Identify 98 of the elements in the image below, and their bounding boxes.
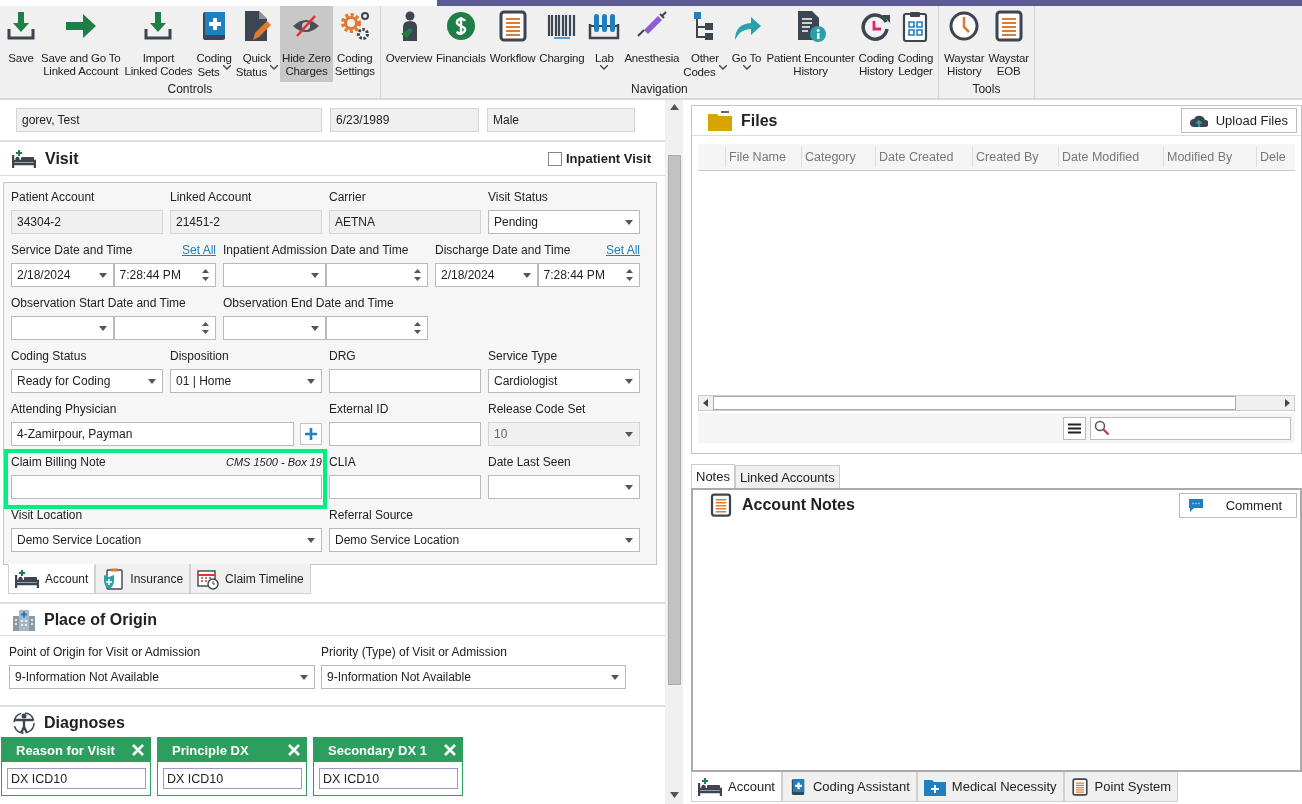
column-header[interactable]: Date Modified [1058,147,1163,167]
toolbar-button[interactable]: Overview [383,6,435,82]
tab[interactable]: Insurance [95,564,191,594]
section-title: Files [741,111,778,130]
dropdown-field[interactable]: Demo Service Location [329,528,640,552]
toolbar-button[interactable]: Coding History [856,6,896,82]
field-hint: CMS 1500 - Box 19 [226,455,322,469]
set-all-link[interactable]: Set All [605,243,640,257]
field-label: DRG [329,349,356,363]
field-label: Inpatient Admission Date and Time [223,243,409,257]
tab[interactable]: Linked Accounts [734,465,840,488]
field-label: Release Code Set [488,402,586,416]
toolbar-button[interactable]: Go To [728,6,765,82]
column-header[interactable]: Modified By [1163,147,1256,167]
dropdown-field[interactable]: 01 | Home [170,369,322,393]
date-field[interactable]: 2/18/2024 [435,263,538,287]
readonly-field[interactable]: gorev, Test [16,108,322,132]
group-label: Navigation [630,82,689,98]
field-label: Claim Billing Note [11,455,106,469]
toolbar-button[interactable]: Save and Go To Linked Account [39,6,123,82]
dropdown-field[interactable]: Cardiologist [488,369,640,393]
group-label: Tools [971,82,1002,98]
code-field[interactable]: DX ICD10 [319,768,458,789]
readonly-field[interactable]: 6/23/1989 [330,108,479,132]
field-label: Visit Status [488,190,548,204]
toolbar-button[interactable]: Coding Sets [194,6,234,82]
section-title: Diagnoses [44,714,125,732]
dropdown-field[interactable]: Pending [488,210,640,234]
toolbar-button[interactable]: Charging [537,6,587,82]
field-label: CLIA [329,455,356,469]
toolbar-button[interactable]: Lab [586,6,623,82]
tab[interactable]: Notes [691,464,735,488]
toolbar-button[interactable]: Other Codes [681,6,729,82]
tab[interactable]: Point System [1063,772,1179,802]
tab[interactable]: Account [8,564,96,594]
text-field[interactable]: 4-Zamirpour, Payman [11,422,294,446]
field-label: Linked Account [170,190,252,204]
tab[interactable]: Claim Timeline [190,564,311,594]
field-label: Referral Source [329,508,414,522]
field-label: Date Last Seen [488,455,571,469]
toolbar-button[interactable]: Quick Status [233,6,281,82]
section-title: Account Notes [742,496,855,514]
card-title: Principle DX [172,742,249,758]
time-field[interactable]: 7:28:44 PM [113,263,216,287]
column-header[interactable]: File Name [725,147,801,167]
card-title: Secondary DX 1 [328,742,427,758]
code-field[interactable]: DX ICD10 [7,768,146,789]
time-field[interactable]: 7:28:44 PM [537,263,640,287]
field-label: Attending Physician [11,402,117,416]
upload-button[interactable]: Upload Files [1180,108,1297,133]
section-title: Visit [45,149,79,168]
readonly-field[interactable]: Male [487,108,635,132]
checkbox-label: Inpatient Visit [566,151,651,166]
field-label: Service Date and Time [11,243,133,257]
field-label: Patient Account [11,190,95,204]
field-label: Carrier [329,190,366,204]
column-header[interactable]: Created By [972,147,1058,167]
toolbar-button[interactable]: Hide Zero Charges [280,6,333,82]
field-label: External ID [329,402,389,416]
toolbar-button[interactable]: Coding Ledger [895,6,936,82]
field-label: Priority (Type) of Visit or Admission [321,645,507,659]
field-label: Observation End Date and Time [223,296,394,310]
toolbar-button[interactable]: Waystar EOB [986,6,1031,82]
field-label: Observation Start Date and Time [11,296,186,310]
group-label: Controls [166,82,214,98]
set-all-link[interactable]: Set All [181,243,216,257]
field-label: Discharge Date and Time [435,243,571,257]
tab[interactable]: Coding Assistant [782,772,917,802]
readonly-field[interactable]: 21451-2 [170,210,322,234]
tab[interactable]: Account [691,772,782,802]
comment-button[interactable]: Comment [1178,492,1297,518]
readonly-field[interactable]: AETNA [329,210,481,234]
dropdown-field[interactable]: 9-Information Not Available [9,665,315,689]
toolbar-button[interactable]: Anesthesia [622,6,682,82]
toolbar-button[interactable]: Patient Encounter History [764,6,857,82]
date-field[interactable]: 2/18/2024 [11,263,114,287]
toolbar-button[interactable]: Save [3,6,39,82]
card-title: Reason for Visit [16,742,115,758]
dropdown-field[interactable]: Demo Service Location [11,528,322,552]
toolbar-button[interactable]: Coding Settings [332,6,377,82]
column-header[interactable]: Category [801,147,875,167]
field-label: Service Type [488,349,558,363]
field-label: Disposition [170,349,229,363]
section-title: Place of Origin [44,610,157,629]
dropdown-field[interactable]: Ready for Coding [11,369,163,393]
dropdown-field[interactable]: 9-Information Not Available [321,665,626,689]
code-field[interactable]: DX ICD10 [163,768,302,789]
toolbar-button[interactable]: Import Linked Codes [122,6,195,82]
readonly-field[interactable]: 34304-2 [11,210,163,234]
field-label: Coding Status [11,349,87,363]
toolbar-button[interactable]: Waystar History [942,6,987,82]
toolbar-button[interactable]: Workflow [487,6,538,82]
field-label: Point of Origin for Visit or Admission [9,645,201,659]
column-header[interactable]: Dele [1256,147,1289,167]
field-label: Visit Location [11,508,83,522]
column-header[interactable]: Date Created [875,147,972,167]
tab[interactable]: Medical Necessity [916,772,1064,802]
toolbar-button[interactable]: Financials [434,6,488,82]
